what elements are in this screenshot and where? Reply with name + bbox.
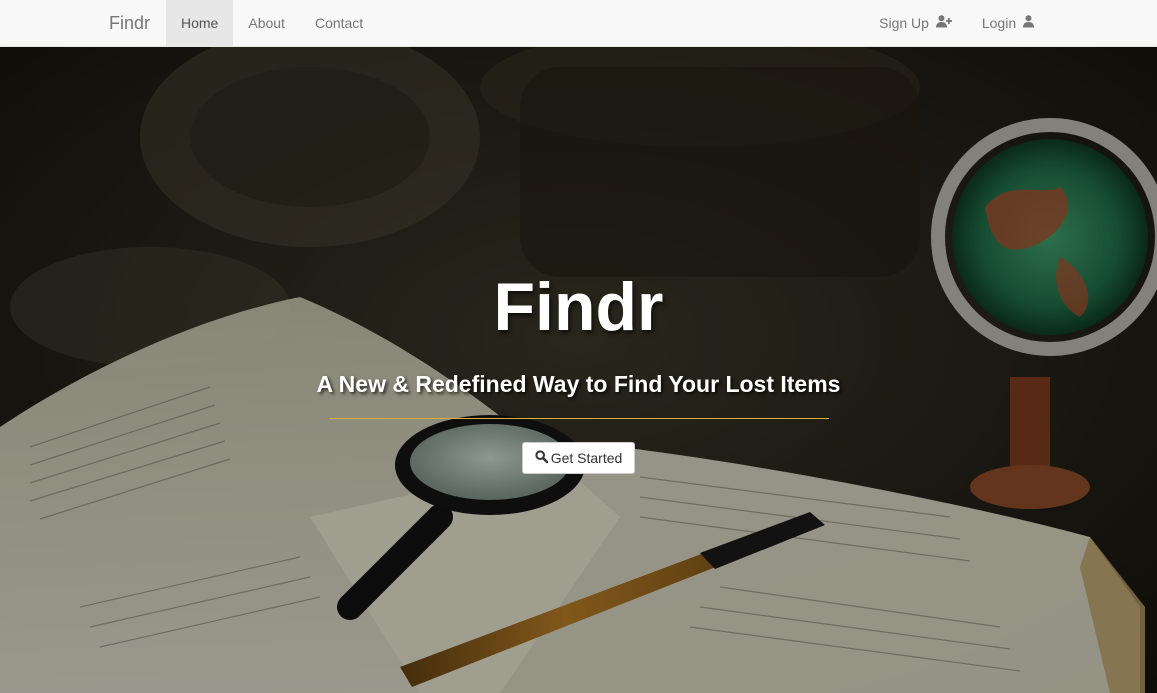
hero-divider [329,418,829,419]
user-icon [1023,0,1034,46]
nav-item-label: Contact [314,15,364,31]
hero-section: Findr A New & Redefined Way to Find Your… [0,47,1157,693]
nav-item-label: About [248,15,285,31]
nav-item-sign-up[interactable]: Sign Up [864,0,967,46]
nav-item-contact[interactable]: Contact [300,0,378,46]
search-icon [535,443,548,473]
nav-item-label: Sign Up [879,15,929,31]
hero-subtitle: A New & Redefined Way to Find Your Lost … [316,371,841,397]
nav-item-login[interactable]: Login [967,0,1049,46]
user-plus-icon [935,0,952,46]
get-started-button[interactable]: Get Started [522,442,635,474]
get-started-label: Get Started [550,450,623,466]
hero-title: Findr [493,269,664,345]
nav-item-home[interactable]: Home [166,0,234,46]
top-navbar: Findr Home About Contact Sign Up Login [0,0,1157,47]
nav-item-label: Home [181,15,219,31]
hero-content: Findr A New & Redefined Way to Find Your… [0,47,1157,693]
nav-item-label: Login [981,15,1017,31]
nav-left-group: Home About Contact [166,0,378,46]
nav-item-about[interactable]: About [233,0,300,46]
nav-right-group: Sign Up Login [864,0,1049,46]
brand-logo[interactable]: Findr [109,0,150,46]
